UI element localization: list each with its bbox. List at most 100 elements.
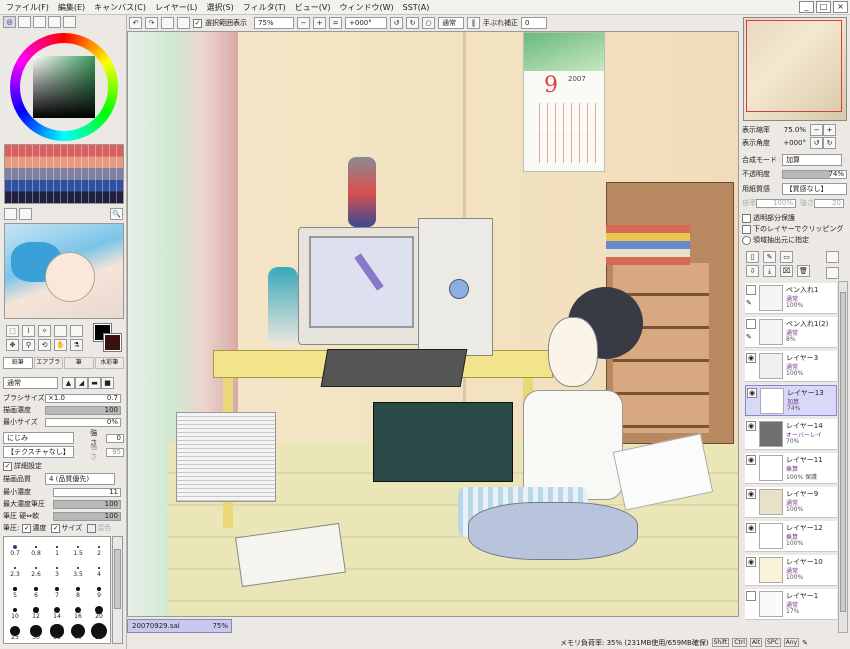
scratchpad-tab-icon[interactable] [63,16,76,28]
zoom-tool-icon[interactable]: ⚲ [22,339,35,351]
opacity-slider[interactable]: 74% [781,169,847,179]
layer-row[interactable]: ◉ レイヤー9 通常 100% [745,487,837,518]
brush-shape-soft-icon[interactable]: ◢ [75,377,88,389]
view-zoom-in-icon[interactable]: + [823,124,836,136]
invert-selection-icon[interactable] [177,17,190,29]
merge-down-icon[interactable]: ⤓ [763,265,776,277]
tab-pencil[interactable]: 鉛筆 [3,357,33,369]
color-square[interactable] [33,56,95,118]
pressure-slider[interactable]: 100 [53,511,121,521]
edge-hardness-slider[interactable]: 11 [53,487,121,497]
brush-size-dot[interactable] [56,546,58,548]
new-folder-icon[interactable]: ▭ [780,251,793,263]
layer-row[interactable]: ✎ ペン入れ1 通常 100% [745,283,837,314]
tab-airbrush[interactable]: エアブラシ [33,357,63,369]
tab-watercolor[interactable]: 水彩筆 [94,357,124,369]
navigator-preview[interactable] [743,17,847,121]
brush-size-dot[interactable] [33,607,39,613]
brush-size-dot[interactable] [55,566,59,570]
hidden-layer-icon[interactable] [746,285,756,295]
layer-row[interactable]: レイヤー1 通常 17% [745,589,837,620]
density-slider[interactable]: 100 [45,405,121,415]
drawing-canvas[interactable]: 9 2007 [127,31,739,617]
background-color[interactable] [103,333,122,352]
scratchpad-image[interactable] [4,223,124,319]
file-tab[interactable]: 20070929.sai 75% [127,619,232,633]
brush-size-dot[interactable] [35,546,37,548]
flip-mode-select[interactable]: 通常 [438,17,464,29]
quality-select[interactable]: 4 (品質優先) [45,473,115,485]
pressure-size-checkbox[interactable]: ✓ [51,523,61,533]
deselect-icon[interactable] [161,17,174,29]
texture-strength-slider[interactable]: 95 [106,447,124,457]
lasso-tool-icon[interactable]: ⌇ [22,325,35,337]
new-layer-icon[interactable]: ▯ [746,251,759,263]
zoom-select[interactable]: 75% [254,17,294,29]
maximize-button[interactable]: □ [816,1,831,13]
layer-list-scrollbar[interactable] [838,281,848,633]
eye-icon[interactable]: ◉ [746,557,756,567]
eyedropper-icon[interactable]: ⚗ [70,339,83,351]
menu-file[interactable]: ファイル(F) [6,2,49,13]
paper-texture-select[interactable]: 【質感なし】 [781,183,847,195]
layer-row[interactable]: ◉ レイヤー14 オーバーレイ 70% [745,419,837,450]
hidden-layer-icon[interactable] [746,591,756,601]
max-density-slider[interactable]: 100 [53,499,121,509]
view-rotate-left-icon[interactable]: ↺ [810,137,823,149]
move-tool-icon[interactable]: ✥ [6,339,19,351]
layer-row[interactable]: ◉ レイヤー10 通常 100% [745,555,837,586]
blend-mode-select[interactable]: 加算 [782,154,842,166]
menu-window[interactable]: ウィンドウ(W) [339,2,393,13]
layer-row[interactable]: ✎ ペン入れ1(2) 通常 8% [745,317,837,348]
blur-strength-slider[interactable]: 0 [106,433,124,443]
menu-canvas[interactable]: キャンバス(C) [94,2,146,13]
rotation-select[interactable]: +000° [345,17,387,29]
hidden-layer-icon[interactable] [746,319,756,329]
brush-size-dot[interactable] [34,587,38,591]
brush-size-dot[interactable] [34,566,38,570]
eye-icon[interactable]: ◉ [746,489,756,499]
brush-shape-square-icon[interactable]: ■ [101,377,114,389]
rotate-reset-icon[interactable]: ○ [422,17,435,29]
brush-size-presets[interactable]: 0.7 0.8 1 1.5 2 2.3 2.6 3 3.5 4 5 6 7 8 9 10 12 14 16 20 25 3… [3,536,111,644]
hsv-slider-tab-icon[interactable] [33,16,46,28]
stabilizer-select[interactable]: 0 [521,17,547,29]
new-linework-layer-icon[interactable]: ✎ [763,251,776,263]
zoom-out-icon[interactable]: − [297,17,310,29]
eye-icon[interactable]: ◉ [747,388,757,398]
brush-size-dot[interactable] [55,587,59,591]
texture-select[interactable]: 【テクスチャなし】 [3,446,75,458]
selection-tool-icon[interactable]: ⬚ [6,325,19,337]
brush-shape-flat-icon[interactable]: ▬ [88,377,101,389]
scratchpad-next-icon[interactable] [19,208,32,220]
close-button[interactable]: × [833,1,848,13]
blur-mode-select[interactable]: にじみ [3,432,75,444]
texture-scale-slider[interactable]: 100% [756,198,796,208]
menu-select[interactable]: 選択(S) [206,2,233,13]
detail-settings-checkbox[interactable]: ✓ [3,461,12,471]
eye-icon[interactable]: ◉ [746,523,756,533]
clear-layer-icon[interactable]: ⌧ [780,265,793,277]
menu-view[interactable]: ビュー(V) [295,2,331,13]
menu-layer[interactable]: レイヤー(L) [155,2,197,13]
brush-size-dot[interactable] [97,545,101,549]
pressure-density-checkbox[interactable]: ✓ [22,523,32,533]
scratchpad-prev-icon[interactable] [4,208,17,220]
layer-option-a-icon[interactable] [826,251,839,263]
view-rotate-right-icon[interactable]: ↻ [823,137,836,149]
brush-blend-select[interactable]: 通常 [3,377,58,389]
brush-size-dot[interactable] [13,566,17,570]
layer-row[interactable]: ◉ レイヤー11 乗算 100% 保護 [745,453,837,484]
brush-shape-round-icon[interactable]: ▲ [62,377,75,389]
show-selection-checkbox[interactable]: ✓ [193,18,202,28]
menu-edit[interactable]: 編集(E) [58,2,85,13]
zoom-in-icon[interactable]: + [313,17,326,29]
min-size-slider[interactable]: 0% [45,417,121,427]
eye-icon[interactable]: ◉ [746,455,756,465]
flip-icon[interactable]: ‖ [467,17,480,29]
swatch-tab-icon[interactable] [48,16,61,28]
color-wheel[interactable] [10,33,118,141]
presets-scrollbar[interactable] [112,536,123,644]
brush-size-dot[interactable] [77,546,79,548]
menu-sst[interactable]: SST(A) [403,3,430,12]
